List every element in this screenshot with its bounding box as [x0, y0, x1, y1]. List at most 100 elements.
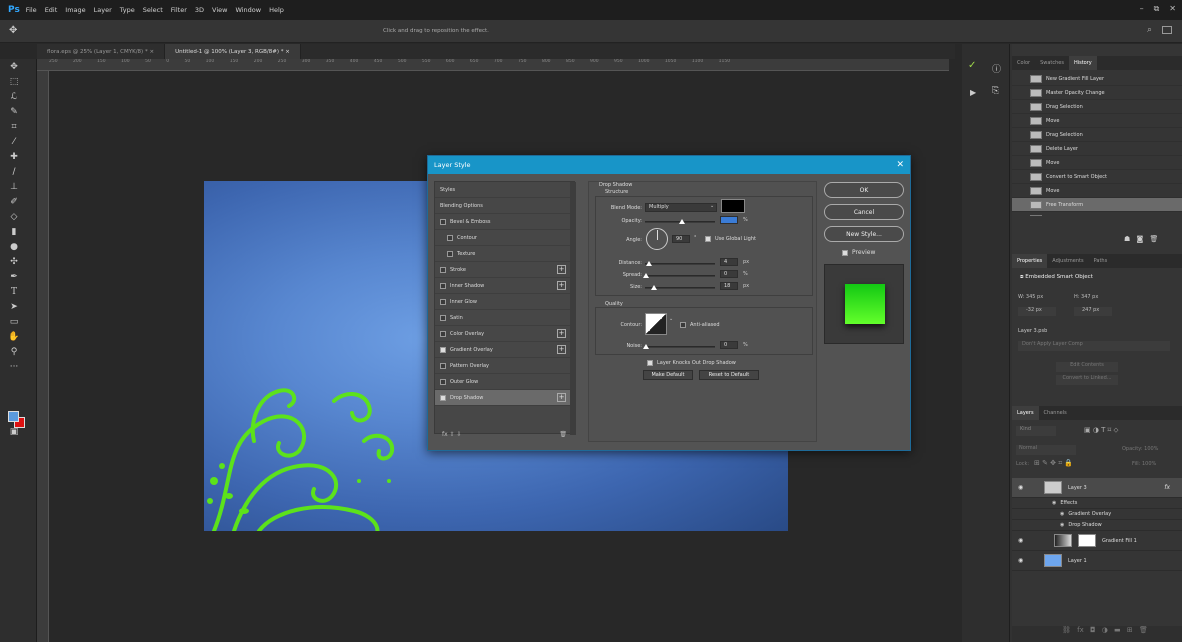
- fx-icon[interactable]: fx ⇧ ⇩: [442, 431, 462, 438]
- add-icon[interactable]: +: [557, 265, 566, 274]
- checkbox-icon[interactable]: [447, 234, 453, 241]
- preview-checkbox[interactable]: Preview: [842, 249, 875, 256]
- distance-slider[interactable]: [645, 261, 715, 266]
- marquee-tool-icon[interactable]: ⬚: [7, 75, 21, 89]
- tab-properties[interactable]: Properties: [1012, 254, 1048, 268]
- search-icon[interactable]: ⌕: [1147, 25, 1152, 35]
- eraser-tool-icon[interactable]: ◇: [7, 210, 21, 224]
- style-item[interactable]: Styles: [435, 182, 574, 198]
- history-item[interactable]: Move: [1012, 184, 1182, 198]
- checkbox-icon[interactable]: [440, 378, 446, 385]
- pen-tool-icon[interactable]: ✒: [7, 270, 21, 284]
- dodge-tool-icon[interactable]: ✣: [7, 255, 21, 269]
- move-tool-icon[interactable]: ✥: [7, 60, 21, 74]
- fx-icon[interactable]: fx: [1164, 484, 1170, 491]
- tab-color[interactable]: Color: [1012, 60, 1035, 66]
- more-tools-icon[interactable]: ···: [7, 360, 21, 374]
- layer-row[interactable]: ◉ Gradient Fill 1: [1012, 531, 1182, 551]
- checkbox-icon[interactable]: [440, 218, 446, 225]
- lasso-tool-icon[interactable]: ℒ: [7, 90, 21, 104]
- zoom-tool-icon[interactable]: ⚲: [7, 345, 21, 359]
- checkbox-icon[interactable]: [440, 298, 446, 305]
- layers-footer-icons[interactable]: ⛓ fx ◘ ◑ ▬ ⊞ 🗑: [1012, 626, 1182, 642]
- checkbox-icon[interactable]: [440, 346, 446, 353]
- history-item[interactable]: Convert to Smart Object: [1012, 170, 1182, 184]
- style-item[interactable]: Color Overlay +: [435, 326, 574, 342]
- menu-help[interactable]: Help: [269, 6, 284, 14]
- noise-slider[interactable]: [643, 344, 715, 349]
- add-icon[interactable]: +: [557, 281, 566, 290]
- quick-select-tool-icon[interactable]: ✎: [7, 105, 21, 119]
- foreground-color-swatch[interactable]: [8, 411, 19, 422]
- history-item[interactable]: Drag Selection: [1012, 128, 1182, 142]
- edit-contents-button[interactable]: Edit Contents: [1056, 362, 1118, 372]
- history-item[interactable]: Move: [1012, 156, 1182, 170]
- workspace-icon[interactable]: [1162, 26, 1172, 34]
- layer-filter-icons[interactable]: ▣ ◑ T ⌑ ⬦: [1084, 426, 1118, 435]
- menu-3d[interactable]: 3D: [195, 6, 204, 14]
- layer-fill[interactable]: Fill: 100%: [1132, 461, 1156, 467]
- eye-icon[interactable]: ◉: [1060, 522, 1064, 528]
- layer-filter-kind[interactable]: Kind: [1016, 426, 1056, 436]
- convert-to-linked-button[interactable]: Convert to Linked...: [1056, 375, 1118, 385]
- layer-row[interactable]: ◉ Effects: [1012, 498, 1182, 509]
- tab-history[interactable]: History: [1068, 56, 1097, 70]
- slider-knob[interactable]: [679, 219, 685, 224]
- ok-button[interactable]: OK: [824, 182, 904, 198]
- trash-icon[interactable]: 🗑: [1150, 235, 1159, 243]
- anti-aliased-checkbox[interactable]: Anti-aliased: [680, 322, 720, 328]
- spread-input[interactable]: 0: [720, 270, 738, 278]
- eye-icon[interactable]: ◉: [1018, 484, 1023, 491]
- info-icon[interactable]: ⓘ: [992, 62, 1001, 75]
- blur-tool-icon[interactable]: ●: [7, 240, 21, 254]
- tab-flora[interactable]: flora.eps @ 25% (Layer 1, CMYK/8) * ×: [37, 44, 166, 59]
- y-field[interactable]: 247 px: [1074, 307, 1112, 316]
- brush-settings-icon[interactable]: ✓: [968, 60, 976, 71]
- menu-edit[interactable]: Edit: [45, 6, 58, 14]
- checkbox-icon[interactable]: [440, 266, 446, 273]
- opacity-slider[interactable]: [645, 219, 715, 224]
- history-item[interactable]: Delete Layer: [1012, 142, 1182, 156]
- angle-dial[interactable]: [646, 228, 668, 250]
- camera-icon[interactable]: ◙: [1137, 235, 1144, 243]
- angle-input[interactable]: 90: [672, 235, 690, 243]
- noise-input[interactable]: 0: [720, 341, 738, 349]
- make-default-button[interactable]: Make Default: [643, 370, 693, 380]
- layer-row[interactable]: ◉ Drop Shadow: [1012, 520, 1182, 531]
- eyedropper-tool-icon[interactable]: ⁄: [7, 135, 21, 149]
- style-item[interactable]: Texture: [435, 246, 574, 262]
- x-field[interactable]: -32 px: [1018, 307, 1056, 316]
- history-item[interactable]: Master Opacity Change: [1012, 86, 1182, 100]
- menu-select[interactable]: Select: [143, 6, 163, 14]
- tab-adjustments[interactable]: Adjustments: [1047, 258, 1088, 264]
- snapshot-icon[interactable]: ☗: [1124, 235, 1130, 243]
- reset-default-button[interactable]: Reset to Default: [699, 370, 759, 380]
- minimize-icon[interactable]: –: [1140, 4, 1144, 14]
- style-item[interactable]: Blending Options: [435, 198, 574, 214]
- chevron-down-icon[interactable]: ⌄: [669, 316, 673, 322]
- add-icon[interactable]: +: [557, 393, 566, 402]
- close-icon[interactable]: ✕: [896, 160, 904, 170]
- history-item[interactable]: Free Transform: [1012, 212, 1182, 216]
- blend-mode-select[interactable]: Multiply: [645, 203, 717, 212]
- menu-type[interactable]: Type: [120, 6, 135, 14]
- style-item[interactable]: Satin: [435, 310, 574, 326]
- slider-knob[interactable]: [643, 344, 649, 349]
- size-input[interactable]: 18: [720, 282, 738, 290]
- menu-image[interactable]: Image: [65, 6, 85, 14]
- checkbox-icon[interactable]: [440, 330, 446, 337]
- lock-icons[interactable]: ⊞ ✎ ✥ ⌗ 🔒: [1034, 459, 1073, 468]
- style-item[interactable]: Gradient Overlay +: [435, 342, 574, 358]
- menu-view[interactable]: View: [212, 6, 227, 14]
- tab-swatches[interactable]: Swatches: [1035, 60, 1069, 66]
- cancel-button[interactable]: Cancel: [824, 204, 904, 220]
- slider-knob[interactable]: [651, 285, 657, 290]
- shape-tool-icon[interactable]: ▭: [7, 315, 21, 329]
- checkbox-icon[interactable]: [440, 394, 446, 401]
- add-icon[interactable]: +: [557, 329, 566, 338]
- clone-source-icon[interactable]: ⎘: [992, 86, 999, 96]
- tab-untitled[interactable]: Untitled-1 @ 100% (Layer 3, RGB/8#) * ×: [165, 44, 301, 59]
- width-field[interactable]: W: 345 px: [1018, 294, 1043, 300]
- history-item[interactable]: Free Transform: [1012, 198, 1182, 212]
- history-item[interactable]: Move: [1012, 114, 1182, 128]
